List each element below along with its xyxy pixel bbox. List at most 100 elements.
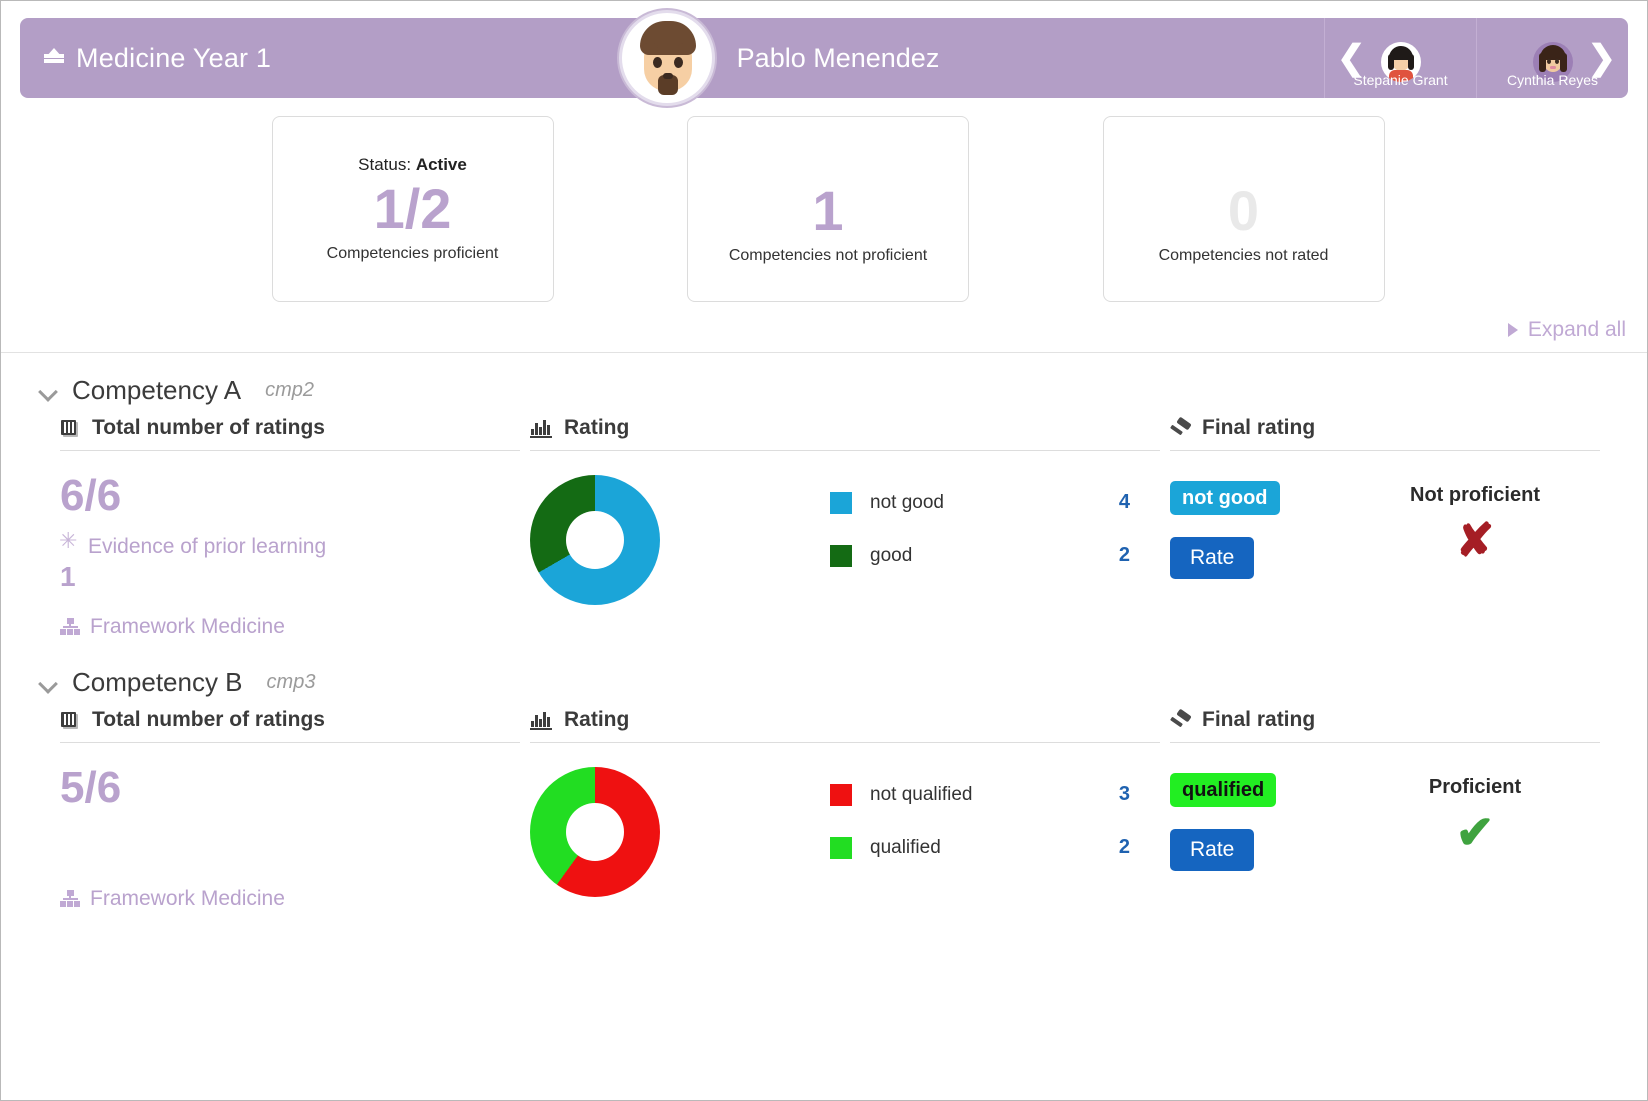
competency-title: Competency A (72, 375, 242, 405)
total-ratings-value: 5/6 (60, 763, 122, 813)
course-title-group: Medicine Year 1 (20, 43, 271, 74)
final-rating-controls: qualified Rate (1170, 773, 1400, 872)
panel-title: Total number of ratings (60, 416, 520, 450)
panel-title: Final rating (1170, 416, 1600, 450)
student-name: Pablo Menendez (736, 42, 940, 73)
status-label: Status: (358, 154, 412, 174)
panel-final-rating-a: Final rating not good Rate Not proficien… (1160, 416, 1600, 639)
competency-header-b[interactable]: Competency B cmp3 (0, 639, 1648, 708)
legend-count: 2 (1118, 836, 1130, 859)
sitemap-icon (60, 618, 80, 636)
rate-button[interactable]: Rate (1170, 537, 1255, 579)
competency-code: cmp2 (265, 379, 314, 401)
legend-label: not good (870, 491, 944, 513)
legend-item: good 2 (830, 544, 1130, 567)
expand-all-row: Expand all (0, 302, 1648, 352)
panel-total-ratings-b: Total number of ratings 5/6 Framework Me… (20, 708, 520, 911)
panel-title-label: Final rating (1202, 708, 1316, 732)
competency-body-b: Total number of ratings 5/6 Framework Me… (0, 708, 1648, 911)
rating-legend: not good 4 good 2 (830, 475, 1130, 597)
rating-body: not qualified 3 qualified 2 (530, 743, 1160, 898)
legend-swatch (830, 836, 852, 859)
asterisk-icon (59, 530, 78, 556)
proficiency-verdict: Not proficient ✘ (1400, 481, 1550, 579)
total-ratings-value: 6/6 (60, 471, 122, 520)
card-competencies-not-rated: 0 Competencies not rated (1102, 116, 1385, 302)
evidence-of-prior-learning-link[interactable]: Evidence of prior learning (59, 530, 520, 559)
panel-total-ratings-a: Total number of ratings 6/6 Evidence of … (20, 416, 520, 639)
final-rating-badge: not good (1170, 481, 1280, 515)
framework-link[interactable]: Framework Medicine (60, 615, 520, 639)
verdict-label: Proficient (1428, 776, 1522, 799)
legend-swatch (830, 544, 852, 567)
panel-title: Rating (530, 416, 1160, 450)
check-icon: ✔ (1455, 805, 1495, 858)
panel-title: Final rating (1170, 708, 1600, 742)
legend-swatch (830, 783, 852, 806)
panel-title-label: Total number of ratings (92, 416, 325, 439)
expand-all-button[interactable]: Expand all (1507, 318, 1626, 342)
card-competencies-proficient: Status: Active 1/2 Competencies proficie… (271, 116, 554, 302)
graduation-cap-icon (44, 47, 64, 69)
prev-student-cell[interactable]: ❮ Stepanie Grant (1324, 18, 1476, 98)
cards-right-spacer (1518, 116, 1628, 302)
donut-hole (566, 803, 624, 862)
card-value: 1/2 (373, 176, 452, 240)
card-value: 0 (1227, 178, 1260, 242)
framework-link[interactable]: Framework Medicine (60, 887, 520, 911)
gavel-icon (1170, 710, 1192, 730)
chevron-down-icon[interactable] (40, 383, 56, 399)
panel-title-label: Rating (564, 708, 630, 732)
legend-label: qualified (870, 836, 941, 858)
rate-button[interactable]: Rate (1170, 829, 1255, 872)
bar-chart-icon (530, 418, 554, 438)
competency-title: Competency B (72, 667, 243, 698)
prev-student-arrow-icon[interactable]: ❮ (1337, 41, 1366, 75)
proficiency-verdict: Proficient ✔ (1400, 773, 1550, 871)
evidence-label: Evidence of prior learning (88, 535, 327, 559)
book-icon (60, 418, 82, 438)
panel-title-label: Total number of ratings (92, 708, 325, 732)
final-rating-badge: qualified (1170, 773, 1277, 808)
student-avatar[interactable] (618, 10, 715, 106)
rating-donut-chart (530, 475, 660, 605)
page-header: Medicine Year 1 Pablo Menendez ❮ Stepani… (0, 0, 1648, 110)
next-student-name[interactable]: Cynthia Reyes (1477, 72, 1628, 88)
legend-count: 4 (1118, 491, 1130, 513)
legend-count: 2 (1118, 544, 1130, 566)
triangle-right-icon (1507, 323, 1518, 337)
gavel-icon (1170, 418, 1192, 438)
final-rating-controls: not good Rate (1170, 481, 1400, 579)
next-student-arrow-icon[interactable]: ❯ (1588, 41, 1617, 75)
chevron-down-icon[interactable] (40, 675, 56, 691)
legend-count: 3 (1118, 783, 1130, 806)
panel-final-rating-b: Final rating qualified Rate Proficient ✔ (1160, 708, 1600, 911)
panel-title-label: Final rating (1202, 416, 1316, 439)
panel-title: Total number of ratings (60, 708, 520, 742)
evidence-value: 1 (60, 561, 76, 593)
competency-body-a: Total number of ratings 6/6 Evidence of … (0, 416, 1648, 639)
cross-icon: ✘ (1455, 513, 1495, 566)
card-caption: Competencies not proficient (728, 247, 928, 265)
status-line: Status: Active (358, 155, 467, 175)
prev-student-name[interactable]: Stepanie Grant (1325, 72, 1476, 88)
course-title: Medicine Year 1 (76, 42, 272, 73)
header-bar: Medicine Year 1 Pablo Menendez ❮ Stepani… (20, 10, 1628, 106)
next-student-cell[interactable]: ❯ Cynthia Reyes (1476, 18, 1628, 98)
legend-item: qualified 2 (830, 836, 1130, 859)
competency-code: cmp3 (266, 671, 316, 694)
panel-rating-b: Rating not qualified 3 qualified 2 (520, 708, 1160, 911)
panel-title: Rating (530, 708, 1160, 742)
expand-all-label: Expand all (1527, 318, 1626, 341)
legend-label: good (870, 544, 913, 566)
cards-left-spacer (20, 116, 138, 302)
book-icon (60, 710, 82, 730)
card-caption: Competencies not rated (1158, 247, 1329, 265)
card-competencies-not-proficient: 1 Competencies not proficient (687, 116, 969, 302)
legend-label: not qualified (870, 783, 973, 805)
final-body: qualified Rate Proficient ✔ (1170, 743, 1600, 872)
rating-body: not good 4 good 2 (530, 451, 1160, 605)
student-navigation: ❮ Stepanie Grant ❯ Cynthia Reyes (1324, 18, 1628, 98)
summary-cards: Status: Active 1/2 Competencies proficie… (0, 110, 1648, 302)
competency-header-a[interactable]: Competency A cmp2 (0, 353, 1648, 416)
